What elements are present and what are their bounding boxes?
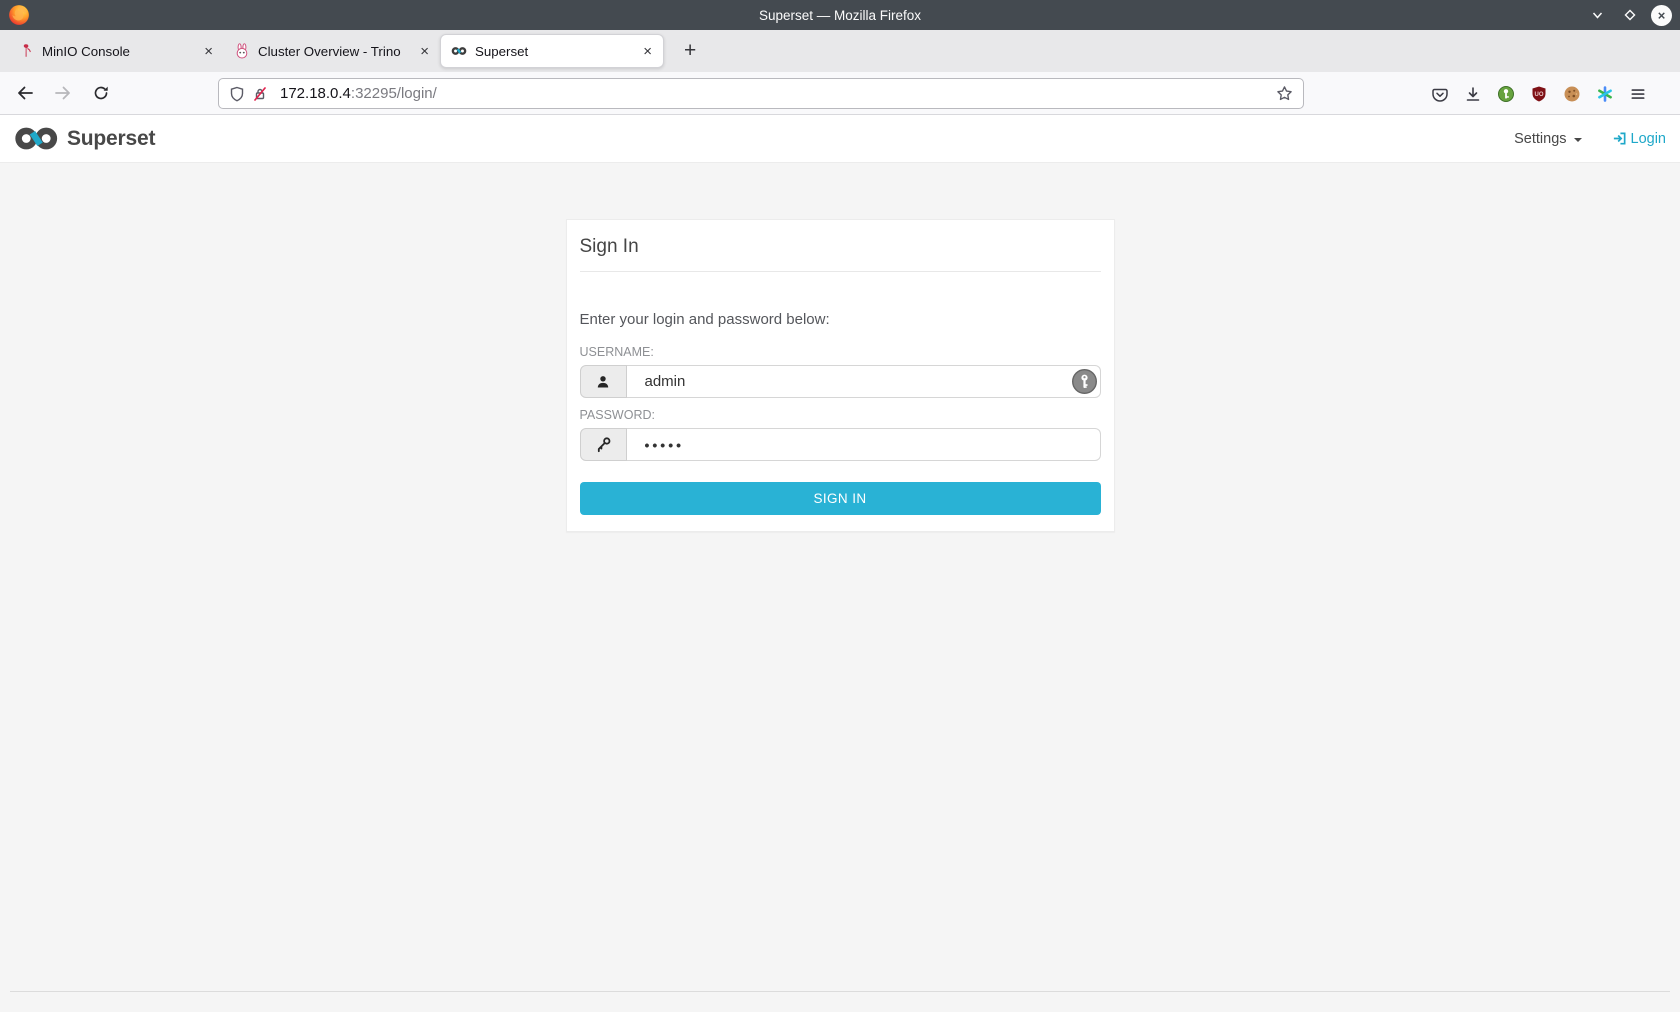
chevron-down-icon — [1574, 138, 1582, 142]
username-input-group — [580, 365, 1101, 398]
downloads-icon[interactable] — [1464, 85, 1482, 103]
tab-close-icon[interactable]: × — [640, 43, 655, 60]
username-addon — [580, 365, 627, 398]
password-label: PASSWORD: — [580, 408, 1101, 422]
tab-close-icon[interactable]: × — [417, 43, 432, 60]
brand-name: Superset — [67, 127, 155, 151]
user-icon — [595, 374, 611, 390]
password-addon — [580, 428, 627, 461]
sign-in-card: Sign In Enter your login and password be… — [566, 219, 1115, 532]
diamond-icon — [1623, 8, 1637, 22]
superset-navbar: Superset Settings Login — [0, 115, 1680, 163]
tab-superset-active[interactable]: Superset × — [440, 34, 664, 68]
tab-label: Cluster Overview - Trino — [258, 44, 409, 59]
keepassxc-field-icon[interactable] — [1071, 368, 1098, 395]
window-title: Superset — Mozilla Firefox — [0, 8, 1680, 23]
firefox-icon — [8, 4, 30, 26]
keepassxc-extension-icon[interactable] — [1497, 85, 1515, 103]
minio-favicon — [18, 43, 34, 59]
superset-logo-icon — [14, 126, 60, 151]
back-button[interactable] — [8, 77, 42, 109]
forward-arrow-icon — [53, 83, 73, 103]
superset-brand[interactable]: Superset — [14, 126, 155, 151]
new-tab-button[interactable]: + — [678, 39, 702, 63]
maximize-button[interactable] — [1619, 5, 1640, 26]
insecure-lock-icon[interactable] — [252, 86, 268, 102]
key-icon — [595, 436, 612, 453]
url-host: 172.18.0.4 — [280, 85, 351, 102]
tab-label: MinIO Console — [42, 44, 193, 59]
login-link[interactable]: Login — [1612, 131, 1666, 147]
tab-bar: MinIO Console × Cluster Overview - Trino… — [0, 30, 1680, 72]
asterisk-extension-icon[interactable] — [1596, 85, 1614, 103]
chevron-down-icon — [1591, 9, 1604, 22]
username-input[interactable] — [627, 365, 1101, 398]
password-input-group — [580, 428, 1101, 461]
username-label: USERNAME: — [580, 345, 1101, 359]
svg-text:UO: UO — [1535, 92, 1544, 98]
url-bar[interactable]: 172.18.0.4:32295/login/ — [218, 78, 1304, 109]
superset-favicon — [451, 43, 467, 59]
tab-label: Superset — [475, 44, 632, 59]
reload-icon — [92, 84, 110, 102]
pocket-icon[interactable] — [1431, 85, 1449, 103]
forward-button[interactable] — [46, 77, 80, 109]
card-subtitle: Enter your login and password below: — [580, 311, 1101, 328]
page-body: Sign In Enter your login and password be… — [0, 163, 1680, 1012]
ublock-origin-icon[interactable]: UO — [1530, 85, 1548, 103]
trino-favicon — [234, 43, 250, 59]
sign-in-button[interactable]: SIGN IN — [580, 482, 1101, 515]
tracking-shield-icon[interactable] — [229, 86, 245, 102]
url-text[interactable]: 172.18.0.4:32295/login/ — [280, 85, 1269, 102]
sign-in-icon — [1612, 131, 1627, 146]
settings-menu[interactable]: Settings — [1514, 131, 1581, 147]
reload-button[interactable] — [84, 77, 118, 109]
tab-close-icon[interactable]: × — [201, 43, 216, 60]
password-input[interactable] — [627, 428, 1101, 461]
url-path: :32295/login/ — [351, 85, 437, 102]
card-title: Sign In — [580, 228, 1101, 272]
navigation-toolbar: 172.18.0.4:32295/login/ UO — [0, 72, 1680, 115]
settings-label: Settings — [1514, 131, 1566, 147]
footer-divider — [10, 991, 1670, 992]
menu-hamburger-icon[interactable] — [1629, 85, 1647, 103]
minimize-button[interactable] — [1587, 5, 1608, 26]
close-window-button[interactable]: × — [1651, 5, 1672, 26]
window-titlebar: Superset — Mozilla Firefox × — [0, 0, 1680, 30]
bookmark-star-icon[interactable] — [1276, 85, 1293, 102]
login-label: Login — [1631, 131, 1666, 147]
tab-minio-console[interactable]: MinIO Console × — [8, 30, 224, 72]
tab-trino-cluster-overview[interactable]: Cluster Overview - Trino × — [224, 30, 440, 72]
cookie-extension-icon[interactable] — [1563, 85, 1581, 103]
back-arrow-icon — [15, 83, 35, 103]
